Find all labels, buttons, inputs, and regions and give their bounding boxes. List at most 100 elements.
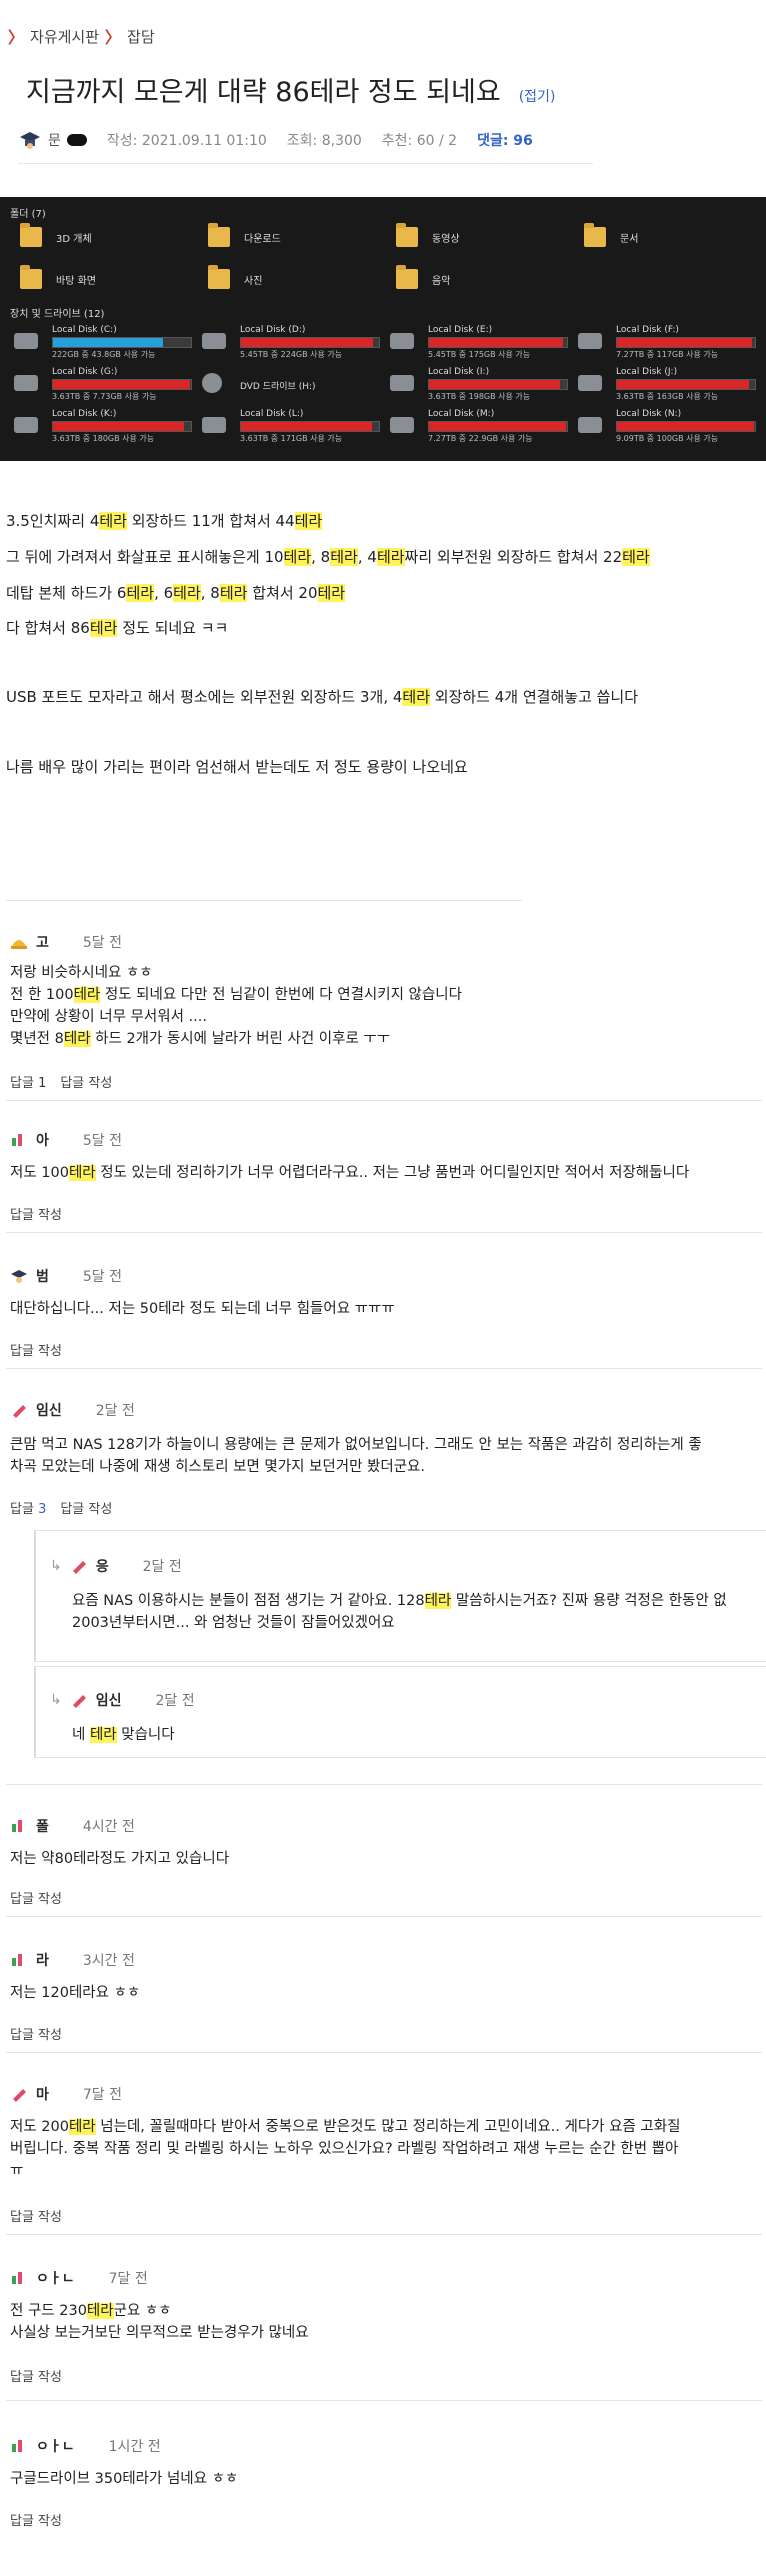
- drive-item[interactable]: Local Disk (M:) 7.27TB 중 22.9GB 사용 가능: [390, 409, 570, 445]
- drive-usage-fill: [53, 422, 185, 431]
- chevron-right-icon: 〉: [8, 28, 25, 47]
- comment-body: 저랑 비슷하시네요 ㅎㅎ 전 한 100테라 정도 되네요 다만 전 님같이 한…: [10, 965, 462, 1047]
- drive-usage-bar: [52, 421, 192, 432]
- reply-actions: 답글 3 답글 작성: [10, 1498, 112, 1517]
- comment-author[interactable]: 응: [96, 1556, 109, 1576]
- comment-author[interactable]: ㅇㅏㄴ: [36, 2436, 75, 2456]
- write-reply-button[interactable]: 답글 작성: [10, 2366, 62, 2385]
- reply-header: ↳ 응 2달 전: [50, 1556, 182, 1576]
- comment-header: 라 3시간 전: [10, 1950, 135, 1970]
- write-reply-button[interactable]: 답글 작성: [10, 1888, 62, 1907]
- drive-usage-fill: [617, 338, 753, 347]
- reply-arrow-icon: ↳: [50, 1558, 62, 1574]
- folder-icon: [396, 265, 418, 289]
- comment-author[interactable]: 고: [36, 932, 49, 952]
- drive-name: Local Disk (M:): [428, 409, 495, 419]
- comment-header: 범 5달 전: [10, 1266, 122, 1286]
- post-meta: 문 작성: 2021.09.11 01:10 조회: 8,300 추천: 60 …: [18, 130, 583, 150]
- divider: [18, 163, 593, 164]
- level-badge-icon: [12, 1134, 22, 1146]
- folder-item: 음악: [396, 265, 450, 289]
- drive-item[interactable]: Local Disk (J:) 3.63TB 중 163GB 사용 가능: [578, 367, 758, 403]
- comment-count[interactable]: 댓글: 96: [477, 130, 533, 150]
- folder-icon: [20, 265, 42, 289]
- drive-usage-bar: [240, 337, 380, 348]
- write-reply-button[interactable]: 답글 작성: [10, 2206, 62, 2225]
- drive-item[interactable]: DVD 드라이브 (H:): [202, 367, 382, 403]
- folder-item: 사진: [208, 265, 262, 289]
- write-reply-button[interactable]: 답글 작성: [10, 1204, 62, 1223]
- divider: [6, 1232, 762, 1233]
- drive-item[interactable]: Local Disk (G:) 3.63TB 중 7.73GB 사용 가능: [14, 367, 194, 403]
- replies-button[interactable]: 답글 3: [10, 1498, 46, 1517]
- drive-usage-bar: [616, 421, 756, 432]
- drive-space: 3.63TB 중 7.73GB 사용 가능: [52, 392, 157, 401]
- comment-time: 5달 전: [82, 1133, 123, 1149]
- comment-author[interactable]: ㅇㅏㄴ: [36, 2268, 75, 2288]
- comment-author[interactable]: 아: [36, 1130, 49, 1150]
- level-badge-icon: [12, 2440, 22, 2452]
- replies-button[interactable]: 답글 1: [10, 1072, 46, 1091]
- drive-name: Local Disk (F:): [616, 325, 679, 335]
- comment-time: 7달 전: [82, 2087, 123, 2103]
- reply-actions: 답글 작성: [10, 2024, 62, 2043]
- pencil-icon: [13, 2089, 26, 2102]
- drive-name: DVD 드라이브 (H:): [240, 382, 316, 392]
- drive-item[interactable]: Local Disk (F:) 7.27TB 중 117GB 사용 가능: [578, 325, 758, 361]
- drive-usage-fill: [53, 338, 164, 347]
- post-date: 작성: 2021.09.11 01:10: [106, 133, 267, 149]
- drive-usage-fill: [429, 380, 561, 389]
- comment-time: 7달 전: [108, 2271, 148, 2287]
- drive-item[interactable]: Local Disk (D:) 5.45TB 중 224GB 사용 가능: [202, 325, 382, 361]
- drive-name: Local Disk (N:): [616, 409, 682, 419]
- comment-author[interactable]: 임신: [96, 1690, 122, 1710]
- body-line-4: 다 합쳐서 86테라 정도 되네요 ㅋㅋ: [6, 619, 229, 637]
- hard-drive-icon: [390, 375, 414, 391]
- drive-space: 3.63TB 중 198GB 사용 가능: [428, 392, 531, 401]
- write-reply-button[interactable]: 답글 작성: [60, 1498, 112, 1517]
- drive-item[interactable]: Local Disk (E:) 5.45TB 중 175GB 사용 가능: [390, 325, 570, 361]
- comment-author[interactable]: 라: [36, 1950, 49, 1970]
- drive-usage-bar: [616, 379, 756, 390]
- breadcrumb-category-link[interactable]: 잡담: [127, 26, 155, 47]
- drive-item[interactable]: Local Disk (K:) 3.63TB 중 180GB 사용 가능: [14, 409, 194, 445]
- hard-drive-icon: [390, 333, 414, 349]
- breadcrumb-board-link[interactable]: 자유게시판: [30, 26, 99, 47]
- write-reply-button[interactable]: 답글 작성: [10, 2024, 62, 2043]
- comment-time: 3시간 전: [82, 1953, 135, 1969]
- chevron-right-icon: 〉: [105, 28, 122, 47]
- author-name[interactable]: 문: [48, 130, 61, 150]
- write-reply-button[interactable]: 답글 작성: [10, 1340, 62, 1359]
- drive-item[interactable]: Local Disk (I:) 3.63TB 중 198GB 사용 가능: [390, 367, 570, 403]
- drive-item[interactable]: Local Disk (N:) 9.09TB 중 100GB 사용 가능: [578, 409, 758, 445]
- folder-item: 3D 개체: [20, 223, 92, 247]
- folder-icon: [20, 223, 42, 247]
- drive-item[interactable]: Local Disk (L:) 3.63TB 중 171GB 사용 가능: [202, 409, 382, 445]
- comment-body: 구글드라이브 350테라가 넘네요 ㅎㅎ: [10, 2471, 239, 2487]
- body-line-3: 데탑 본체 하드가 6테라, 6테라, 8테라 합쳐서 20테라: [6, 584, 346, 602]
- divider: [6, 900, 522, 901]
- drive-item[interactable]: Local Disk (C:) 222GB 중 43.8GB 사용 가능: [14, 325, 194, 361]
- drive-usage-fill: [429, 422, 566, 431]
- write-reply-button[interactable]: 답글 작성: [10, 2510, 62, 2529]
- comment-time: 5달 전: [82, 1269, 123, 1285]
- drive-space: 3.63TB 중 163GB 사용 가능: [616, 392, 719, 401]
- write-reply-button[interactable]: 답글 작성: [60, 1072, 112, 1091]
- comment-author[interactable]: 마: [36, 2084, 49, 2104]
- comment-author[interactable]: 임신: [36, 1400, 62, 1420]
- folder-item: 다운로드: [208, 223, 281, 247]
- hard-drive-icon: [14, 375, 38, 391]
- comment-time: 2달 전: [95, 1403, 135, 1419]
- post-title-row: 지금까지 모은게 대략 86테라 정도 되네요 (접기): [26, 70, 555, 109]
- post-views: 조회: 8,300: [286, 133, 362, 149]
- folder-icon: [208, 265, 230, 289]
- comment-body: 대단하십니다... 저는 50테라 정도 되는데 너무 힘들어요 ㅠㅠㅠ: [10, 1301, 395, 1317]
- divider: [6, 1784, 762, 1785]
- drive-usage-fill: [617, 380, 750, 389]
- comment-header: 폴 4시간 전: [10, 1816, 135, 1836]
- comment-author[interactable]: 폴: [36, 1816, 49, 1836]
- comment-author[interactable]: 범: [36, 1266, 49, 1286]
- divider: [6, 2400, 762, 2401]
- folder-icon: [208, 223, 230, 247]
- fold-button[interactable]: (접기): [519, 86, 556, 106]
